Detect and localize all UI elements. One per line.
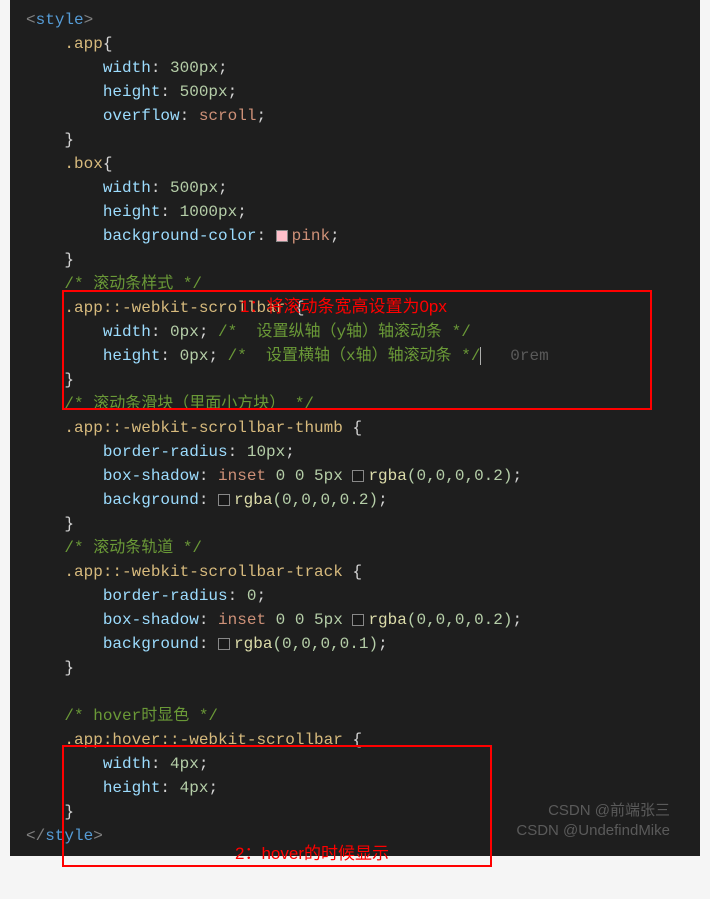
code-line: }: [10, 656, 700, 680]
code-line: width: 500px;: [10, 176, 700, 200]
code-line: .app:hover::-webkit-scrollbar {: [10, 728, 700, 752]
code-line: border-radius: 10px;: [10, 440, 700, 464]
code-line: border-radius: 0;: [10, 584, 700, 608]
code-line: /* 滚动条轨道 */: [10, 536, 700, 560]
code-line: [10, 680, 700, 704]
code-line: height: 1000px;: [10, 200, 700, 224]
code-line: /* 滚动条样式 */: [10, 272, 700, 296]
code-line: background: rgba(0,0,0,0.2);: [10, 488, 700, 512]
code-line: }: [10, 128, 700, 152]
code-line: }: [10, 368, 700, 392]
code-line: }: [10, 512, 700, 536]
code-line: overflow: scroll;: [10, 104, 700, 128]
code-line: height: 500px;: [10, 80, 700, 104]
code-line: width: 4px;: [10, 752, 700, 776]
color-swatch: [352, 470, 364, 482]
code-line: <style>: [10, 8, 700, 32]
code-line: background: rgba(0,0,0,0.1);: [10, 632, 700, 656]
code-line: /* hover时显色 */: [10, 704, 700, 728]
color-swatch: [352, 614, 364, 626]
code-editor[interactable]: <style> .app{ width: 300px; height: 500p…: [10, 0, 700, 856]
code-line: box-shadow: inset 0 0 5px rgba(0,0,0,0.2…: [10, 608, 700, 632]
color-swatch: [276, 230, 288, 242]
code-line: background-color: pink;: [10, 224, 700, 248]
color-swatch: [218, 494, 230, 506]
code-line: height: 0px; /* 设置横轴（x轴）轴滚动条 */ 0rem: [10, 344, 700, 368]
code-line: .app{: [10, 32, 700, 56]
code-line: .app::-webkit-scrollbar-thumb {: [10, 416, 700, 440]
code-line: /* 滚动条滑块（里面小方块） */: [10, 392, 700, 416]
code-line: }: [10, 248, 700, 272]
code-line: box-shadow: inset 0 0 5px rgba(0,0,0,0.2…: [10, 464, 700, 488]
watermark: CSDN @前端张三 CSDN @UndefindMike: [516, 801, 670, 841]
code-line: width: 0px; /* 设置纵轴（y轴）轴滚动条 */: [10, 320, 700, 344]
code-line: height: 4px;: [10, 776, 700, 800]
code-line: width: 300px;: [10, 56, 700, 80]
code-line: .box{: [10, 152, 700, 176]
code-line: .app::-webkit-scrollbar {: [10, 296, 700, 320]
color-swatch: [218, 638, 230, 650]
code-line: .app::-webkit-scrollbar-track {: [10, 560, 700, 584]
